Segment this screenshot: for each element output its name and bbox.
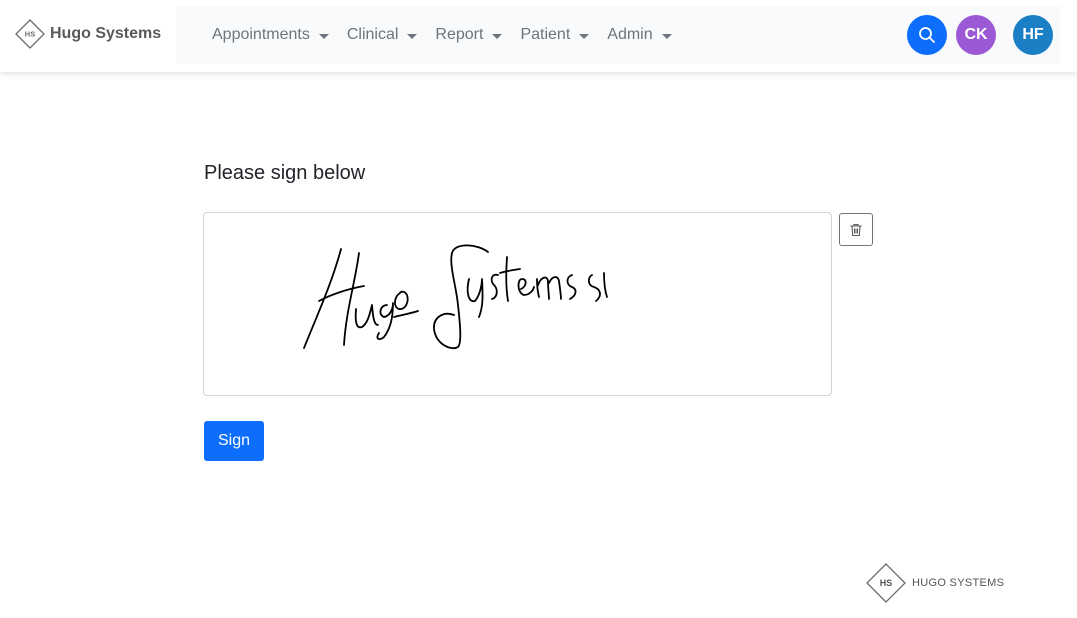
hs-logo-icon: HS <box>15 19 45 49</box>
menu-appointments[interactable]: Appointments <box>212 26 329 44</box>
user-avatar-ck[interactable]: CK <box>956 15 996 55</box>
menu-admin[interactable]: Admin <box>607 26 672 44</box>
footer-brand-text: HUGO SYSTEMS <box>912 577 1005 589</box>
chevron-down-icon <box>661 33 672 39</box>
chevron-down-icon <box>492 33 503 39</box>
sign-button[interactable]: Sign <box>204 421 264 461</box>
clear-signature-button[interactable] <box>839 213 873 246</box>
svg-text:HS: HS <box>25 30 35 39</box>
signature-strokes <box>303 244 608 350</box>
chevron-down-icon <box>579 33 590 39</box>
trash-icon <box>850 223 862 236</box>
signature-pad[interactable] <box>203 212 832 396</box>
main-menu: Appointments Clinical Report Patient Adm… <box>212 22 690 48</box>
menu-admin-label: Admin <box>607 26 653 43</box>
svg-text:HS: HS <box>880 578 893 588</box>
chevron-down-icon <box>407 33 418 39</box>
hs-logo-icon: HS <box>866 563 906 603</box>
menu-report-label: Report <box>435 26 484 43</box>
page-title: Please sign below <box>204 162 366 184</box>
search-button[interactable] <box>907 15 947 55</box>
brand-link[interactable]: HS Hugo Systems <box>14 18 161 50</box>
user-avatar-hf[interactable]: HF <box>1013 15 1053 55</box>
search-icon <box>919 27 935 43</box>
footer-brand: HS HUGO SYSTEMS <box>866 563 1004 603</box>
menu-clinical-label: Clinical <box>346 26 399 43</box>
chevron-down-icon <box>318 33 329 39</box>
brand-name: Hugo Systems <box>50 25 162 42</box>
user-avatar-ck-initials: CK <box>964 26 988 43</box>
menu-patient-label: Patient <box>520 26 571 43</box>
menu-appointments-label: Appointments <box>212 26 310 43</box>
menu-clinical[interactable]: Clinical <box>347 26 418 44</box>
user-avatar-hf-initials: HF <box>1022 26 1044 43</box>
top-navbar: HS Hugo Systems Appointments Clinical Re… <box>0 0 1077 72</box>
menu-report[interactable]: Report <box>435 26 503 44</box>
menu-patient[interactable]: Patient <box>520 26 590 44</box>
